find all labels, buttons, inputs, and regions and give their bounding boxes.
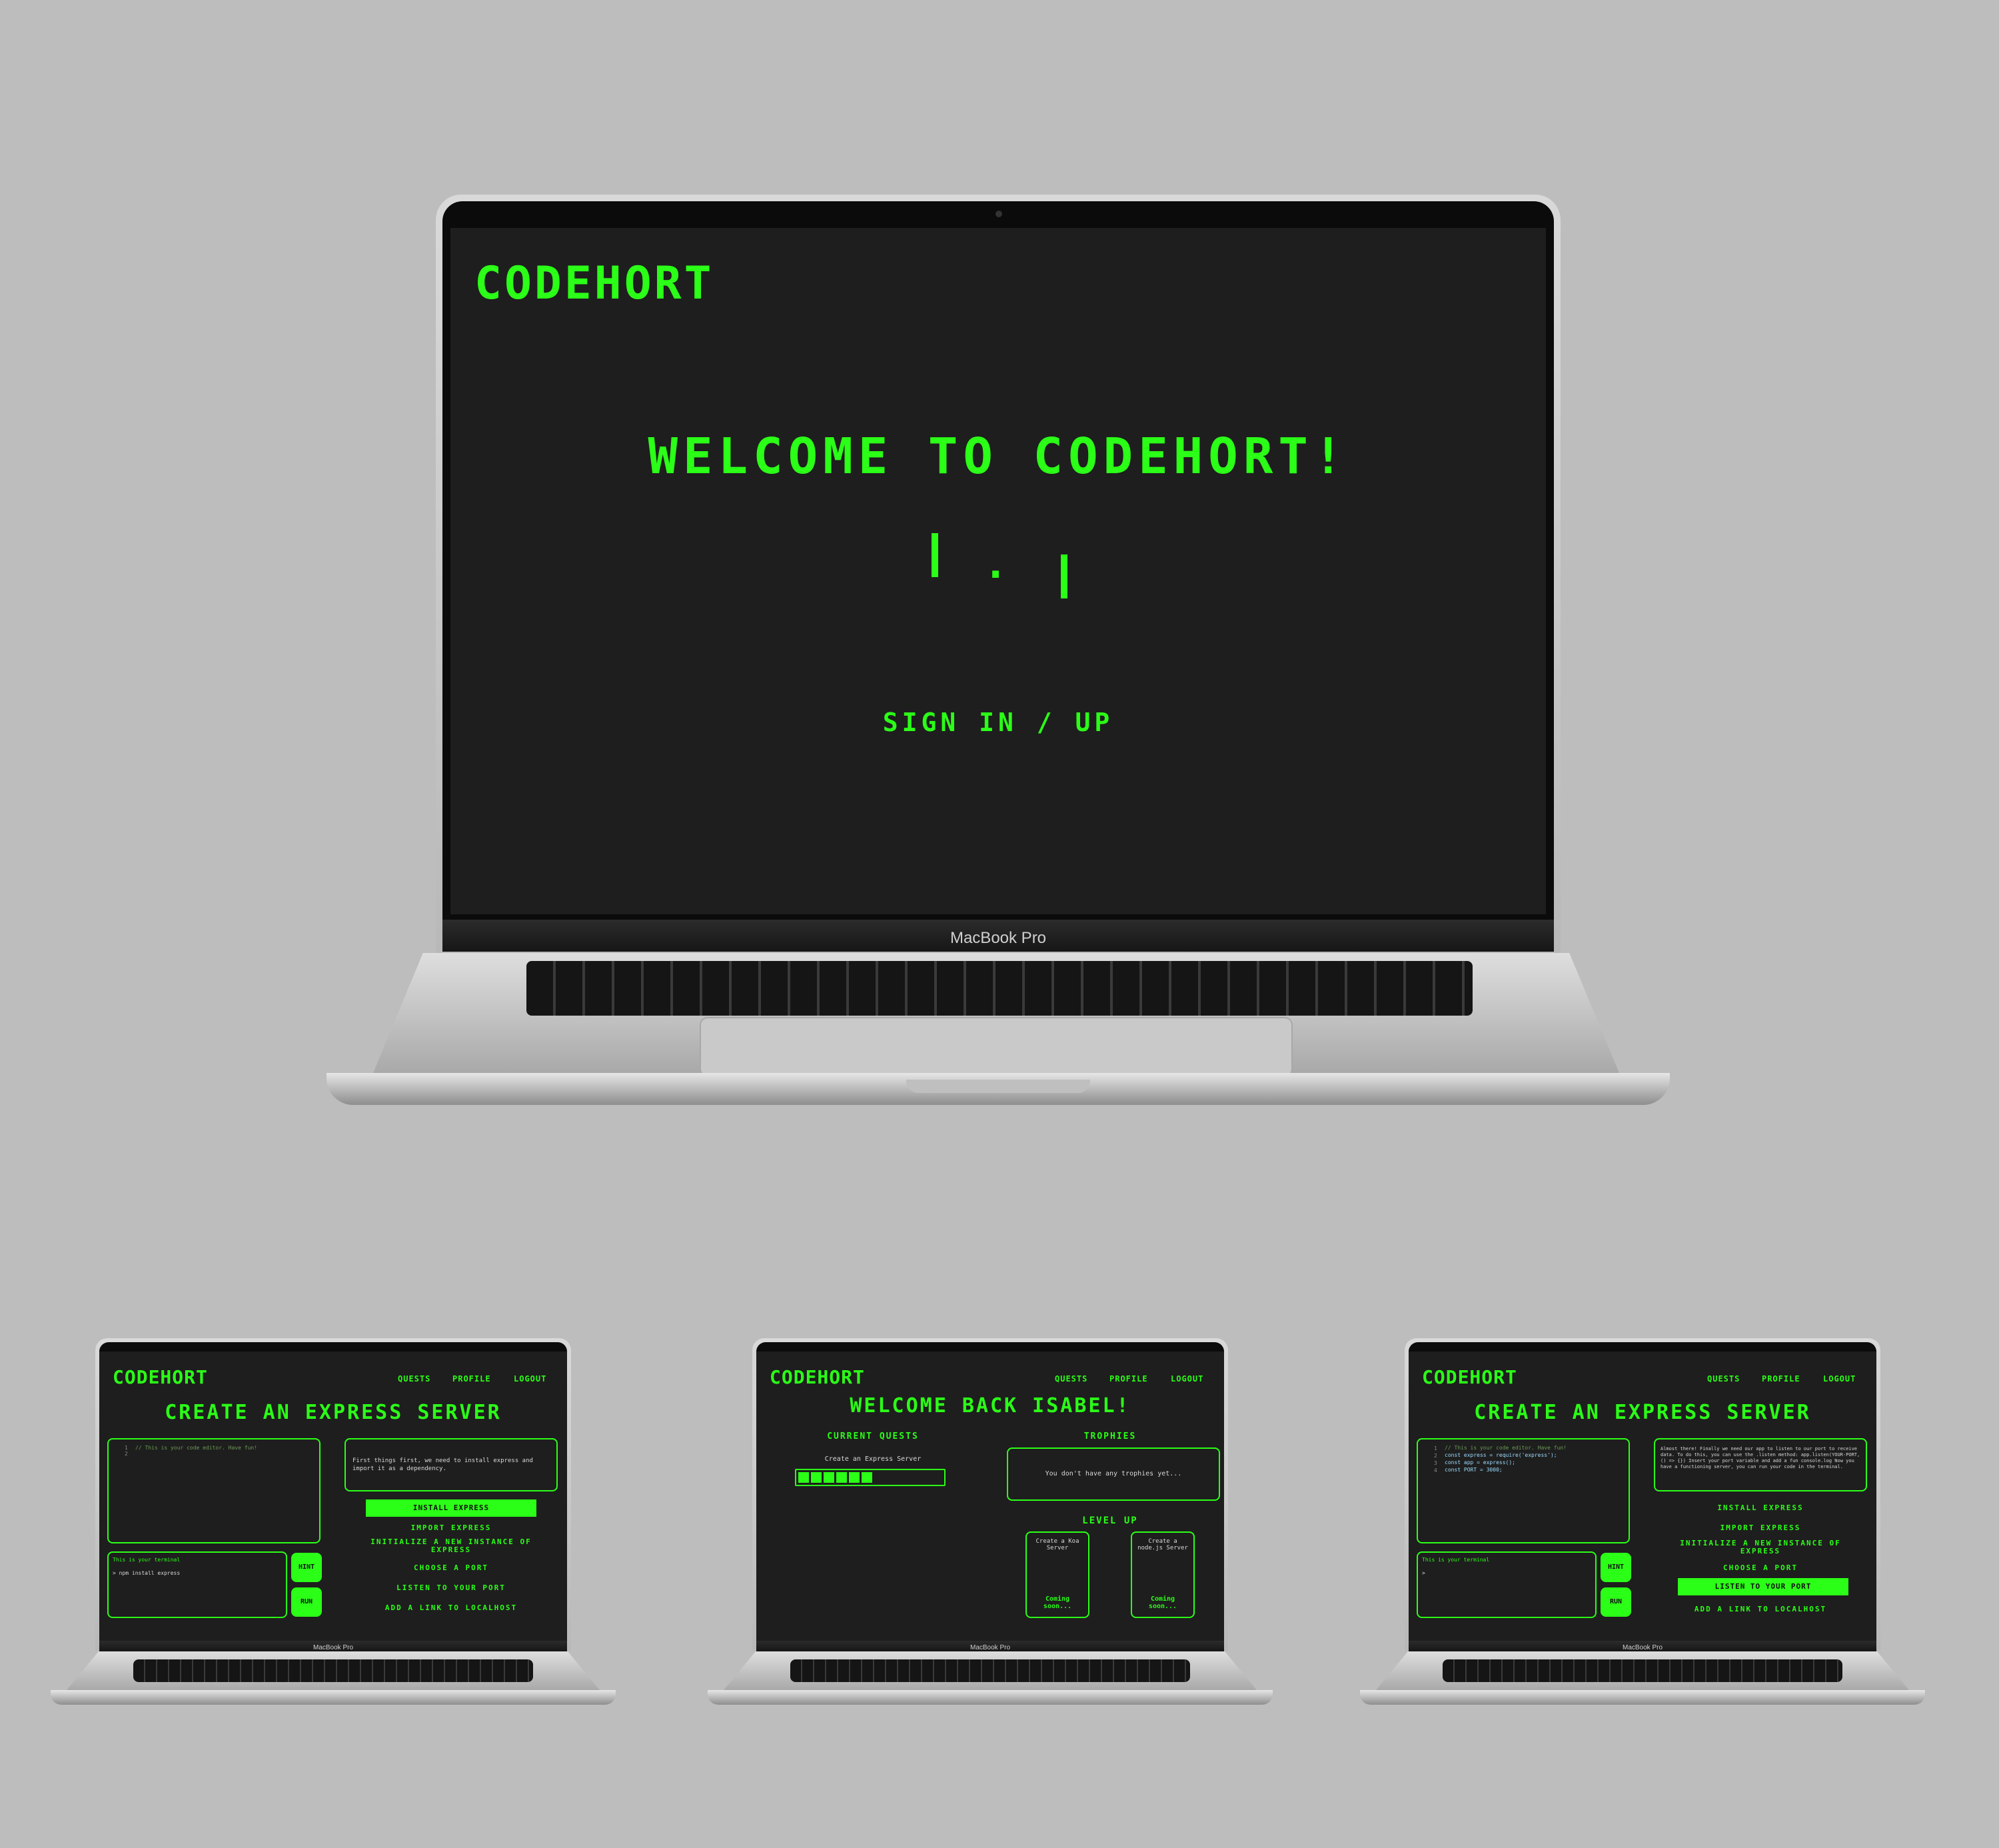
laptop2-chin: MacBook Pro: [756, 1641, 1224, 1651]
terminal-label: This is your terminal: [1422, 1557, 1490, 1563]
progress-block: [862, 1472, 872, 1483]
laptop2-screen: CODEHORT QUESTS PROFILE LOGOUT WELCOME B…: [756, 1352, 1224, 1641]
run-button[interactable]: RUN: [1601, 1587, 1631, 1617]
laptop1-base: [51, 1690, 616, 1705]
brand-logo[interactable]: CODEHORT: [474, 257, 714, 310]
brand-logo[interactable]: CODEHORT: [770, 1366, 865, 1388]
step-choose-port[interactable]: CHOOSE A PORT: [366, 1563, 536, 1572]
model-label: MacBook Pro: [1622, 1644, 1663, 1651]
step-listen-port[interactable]: LISTEN TO YOUR PORT: [366, 1583, 536, 1592]
main-trackpad: [700, 1017, 1293, 1077]
trophies-empty-text: You don't have any trophies yet...: [1045, 1470, 1182, 1477]
quest-title: CREATE AN EXPRESS SERVER: [1474, 1401, 1811, 1424]
run-button[interactable]: RUN: [291, 1587, 322, 1617]
main-laptop-notch: [906, 1080, 1090, 1093]
line-number: 12: [125, 1445, 128, 1457]
terminal[interactable]: This is your terminal > npm install expr…: [107, 1551, 287, 1618]
laptop2-base: [708, 1690, 1273, 1705]
line-number: 1234: [1434, 1445, 1437, 1473]
terminal-label: This is your terminal: [113, 1557, 181, 1563]
progress-block: [811, 1472, 822, 1483]
camera-icon: [996, 211, 1002, 217]
card-title: Create a Koa Server: [1035, 1538, 1079, 1551]
coming-soon: Coming soon...: [1043, 1595, 1072, 1610]
terminal-command: >: [1422, 1570, 1425, 1576]
step-add-localhost[interactable]: ADD A LINK TO LOCALHOST: [1675, 1605, 1846, 1613]
laptop3-chin: MacBook Pro: [1409, 1641, 1876, 1651]
progress-fill: [798, 1472, 872, 1483]
level-up-card-node[interactable]: Create a node.js Server Coming soon...: [1131, 1531, 1195, 1618]
laptop1-keyboard: [133, 1659, 533, 1682]
model-label: MacBook Pro: [313, 1644, 354, 1651]
nav-logout[interactable]: LOGOUT: [1823, 1374, 1856, 1384]
laptop3-screen: CODEHORT QUESTS PROFILE LOGOUT CREATE AN…: [1409, 1352, 1876, 1641]
terminal[interactable]: This is your terminal >: [1417, 1551, 1597, 1618]
step-choose-port[interactable]: CHOOSE A PORT: [1675, 1563, 1846, 1572]
main-keyboard: [526, 961, 1473, 1016]
instructions-box: First things first, we need to install e…: [344, 1438, 558, 1491]
level-up-card-koa[interactable]: Create a Koa Server Coming soon...: [1025, 1531, 1089, 1618]
nav-profile[interactable]: PROFILE: [1762, 1374, 1800, 1384]
current-quests-heading: CURRENT QUESTS: [827, 1431, 919, 1441]
laptop1-chin: MacBook Pro: [99, 1641, 567, 1651]
nav-profile[interactable]: PROFILE: [452, 1374, 491, 1384]
nav-quests[interactable]: QUESTS: [398, 1374, 430, 1384]
instructions-text: Almost there! Finally we need our app to…: [1661, 1446, 1860, 1469]
nav-logout[interactable]: LOGOUT: [1171, 1374, 1203, 1384]
instructions-text: First things first, we need to install e…: [352, 1457, 533, 1472]
step-import-express[interactable]: IMPORT EXPRESS: [1675, 1523, 1846, 1532]
hint-button[interactable]: HINT: [291, 1553, 322, 1582]
progress-block: [849, 1472, 860, 1483]
loading-cursor-right: [1061, 554, 1067, 598]
code-editor[interactable]: 1234 // This is your code editor. Have f…: [1417, 1438, 1630, 1543]
quest-progress-bar: [795, 1469, 946, 1486]
step-init-express[interactable]: INITIALIZE A NEW INSTANCE OF EXPRESS: [1675, 1539, 1846, 1555]
quest-title: CREATE AN EXPRESS SERVER: [165, 1401, 502, 1424]
main-laptop-chin: MacBook Pro: [442, 920, 1554, 952]
main-screen: CODEHORT WELCOME TO CODEHORT! . SIGN IN …: [450, 228, 1546, 914]
nav-quests[interactable]: QUESTS: [1055, 1374, 1087, 1384]
card-title: Create a node.js Server: [1137, 1538, 1188, 1551]
instructions-box: Almost there! Finally we need our app to…: [1654, 1438, 1867, 1491]
loading-cursor-left: [932, 533, 938, 577]
progress-block: [798, 1472, 809, 1483]
brand-logo[interactable]: CODEHORT: [113, 1366, 208, 1388]
code-line: const app = express();: [1445, 1459, 1515, 1465]
welcome-back-heading: WELCOME BACK ISABEL!: [850, 1394, 1131, 1417]
step-import-express[interactable]: IMPORT EXPRESS: [366, 1523, 536, 1532]
brand-logo[interactable]: CODEHORT: [1422, 1366, 1517, 1388]
code-line: const express = require('express');: [1445, 1452, 1557, 1458]
step-install-express[interactable]: INSTALL EXPRESS: [1675, 1503, 1846, 1512]
quest-name[interactable]: Create an Express Server: [770, 1455, 976, 1463]
model-label: MacBook Pro: [950, 929, 1047, 947]
step-init-express[interactable]: INITIALIZE A NEW INSTANCE OF EXPRESS: [366, 1538, 536, 1554]
welcome-heading: WELCOME TO CODEHORT!: [648, 428, 1349, 485]
nav-quests[interactable]: QUESTS: [1707, 1374, 1740, 1384]
level-up-heading: LEVEL UP: [1082, 1515, 1138, 1526]
laptop2-keyboard: [790, 1659, 1190, 1682]
code-editor[interactable]: 12 // This is your code editor. Have fun…: [107, 1438, 321, 1543]
trophies-box: You don't have any trophies yet...: [1007, 1447, 1220, 1501]
coming-soon: Coming soon...: [1148, 1595, 1177, 1610]
code-line: // This is your code editor. Have fun!: [1445, 1445, 1567, 1451]
progress-block: [824, 1472, 834, 1483]
code-line: const PORT = 3000;: [1445, 1467, 1503, 1473]
step-install-express[interactable]: INSTALL EXPRESS: [366, 1499, 536, 1517]
nav-logout[interactable]: LOGOUT: [514, 1374, 546, 1384]
trophies-heading: TROPHIES: [1083, 1431, 1137, 1441]
loading-dot: .: [984, 541, 1012, 588]
laptop3-keyboard: [1443, 1659, 1842, 1682]
step-listen-port[interactable]: LISTEN TO YOUR PORT: [1678, 1578, 1848, 1595]
step-add-localhost[interactable]: ADD A LINK TO LOCALHOST: [366, 1603, 536, 1612]
signin-link[interactable]: SIGN IN / UP: [450, 708, 1546, 737]
progress-block: [836, 1472, 847, 1483]
laptop1-screen: CODEHORT QUESTS PROFILE LOGOUT CREATE AN…: [99, 1352, 567, 1641]
code-line: // This is your code editor. Have fun!: [135, 1445, 258, 1451]
laptop3-base: [1360, 1690, 1925, 1705]
nav-profile[interactable]: PROFILE: [1109, 1374, 1148, 1384]
model-label: MacBook Pro: [970, 1644, 1011, 1651]
terminal-command: > npm install express: [113, 1570, 181, 1576]
hint-button[interactable]: HINT: [1601, 1553, 1631, 1582]
